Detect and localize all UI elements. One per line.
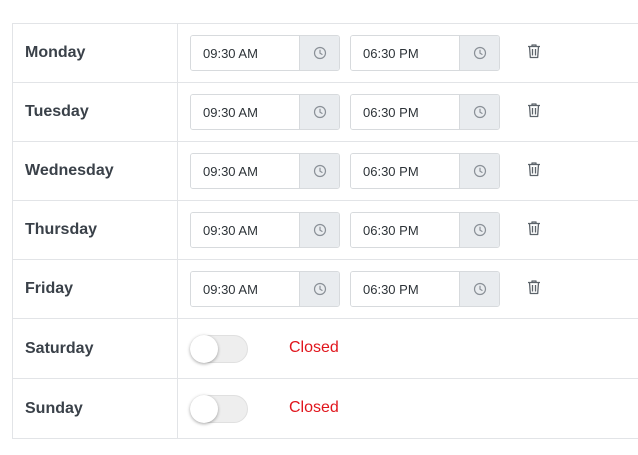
- hours-cell: Closed: [178, 379, 638, 438]
- close-time-input[interactable]: [351, 272, 459, 306]
- open-time-input[interactable]: [191, 154, 299, 188]
- hours-cell: [178, 260, 638, 318]
- clock-icon[interactable]: [299, 272, 339, 306]
- day-row-thursday: Thursday: [13, 201, 638, 260]
- hours-cell: [178, 201, 638, 259]
- open-time-input[interactable]: [191, 36, 299, 70]
- day-label: Saturday: [25, 339, 94, 357]
- closed-status: Closed: [289, 338, 339, 356]
- trash-icon[interactable]: [526, 219, 542, 237]
- clock-icon[interactable]: [459, 154, 499, 188]
- hours-cell: [178, 83, 638, 141]
- clock-icon[interactable]: [299, 36, 339, 70]
- day-cell: Monday: [13, 24, 178, 82]
- day-label: Thursday: [25, 221, 98, 238]
- toggle-knob: [190, 394, 218, 423]
- open-time-input[interactable]: [191, 272, 299, 306]
- closed-status: Closed: [289, 398, 339, 416]
- trash-icon[interactable]: [526, 101, 542, 119]
- day-row-wednesday: Wednesday: [13, 142, 638, 201]
- business-hours-table: Monday Tuesday: [12, 23, 638, 439]
- open-time-field: [190, 212, 340, 248]
- clock-icon[interactable]: [459, 213, 499, 247]
- hours-cell: [178, 142, 638, 200]
- close-time-input[interactable]: [351, 95, 459, 129]
- hours-cell: Closed: [178, 319, 638, 378]
- day-cell: Thursday: [13, 201, 178, 259]
- open-time-field: [190, 94, 340, 130]
- day-row-monday: Monday: [13, 24, 638, 83]
- day-cell: Sunday: [13, 379, 178, 438]
- clock-icon[interactable]: [299, 95, 339, 129]
- open-time-field: [190, 35, 340, 71]
- day-cell: Saturday: [13, 319, 178, 378]
- day-label: Monday: [25, 44, 86, 61]
- toggle-knob: [190, 334, 218, 363]
- day-label: Tuesday: [25, 103, 89, 120]
- clock-icon[interactable]: [299, 213, 339, 247]
- day-cell: Tuesday: [13, 83, 178, 141]
- open-toggle[interactable]: [190, 394, 248, 423]
- close-time-input[interactable]: [351, 36, 459, 70]
- day-row-tuesday: Tuesday: [13, 83, 638, 142]
- close-time-field: [350, 212, 500, 248]
- open-time-input[interactable]: [191, 95, 299, 129]
- clock-icon[interactable]: [459, 95, 499, 129]
- open-time-field: [190, 153, 340, 189]
- day-row-sunday: Sunday Closed: [13, 379, 638, 439]
- day-label: Sunday: [25, 399, 83, 417]
- day-row-friday: Friday: [13, 260, 638, 319]
- open-toggle[interactable]: [190, 334, 248, 363]
- close-time-field: [350, 271, 500, 307]
- trash-icon[interactable]: [526, 42, 542, 60]
- trash-icon[interactable]: [526, 160, 542, 178]
- close-time-field: [350, 35, 500, 71]
- close-time-field: [350, 94, 500, 130]
- day-row-saturday: Saturday Closed: [13, 319, 638, 379]
- clock-icon[interactable]: [299, 154, 339, 188]
- close-time-input[interactable]: [351, 213, 459, 247]
- day-label: Friday: [25, 280, 74, 297]
- hours-cell: [178, 24, 638, 82]
- close-time-input[interactable]: [351, 154, 459, 188]
- open-time-input[interactable]: [191, 213, 299, 247]
- day-cell: Friday: [13, 260, 178, 318]
- open-time-field: [190, 271, 340, 307]
- close-time-field: [350, 153, 500, 189]
- trash-icon[interactable]: [526, 278, 542, 296]
- clock-icon[interactable]: [459, 36, 499, 70]
- clock-icon[interactable]: [459, 272, 499, 306]
- day-cell: Wednesday: [13, 142, 178, 200]
- day-label: Wednesday: [25, 162, 114, 179]
